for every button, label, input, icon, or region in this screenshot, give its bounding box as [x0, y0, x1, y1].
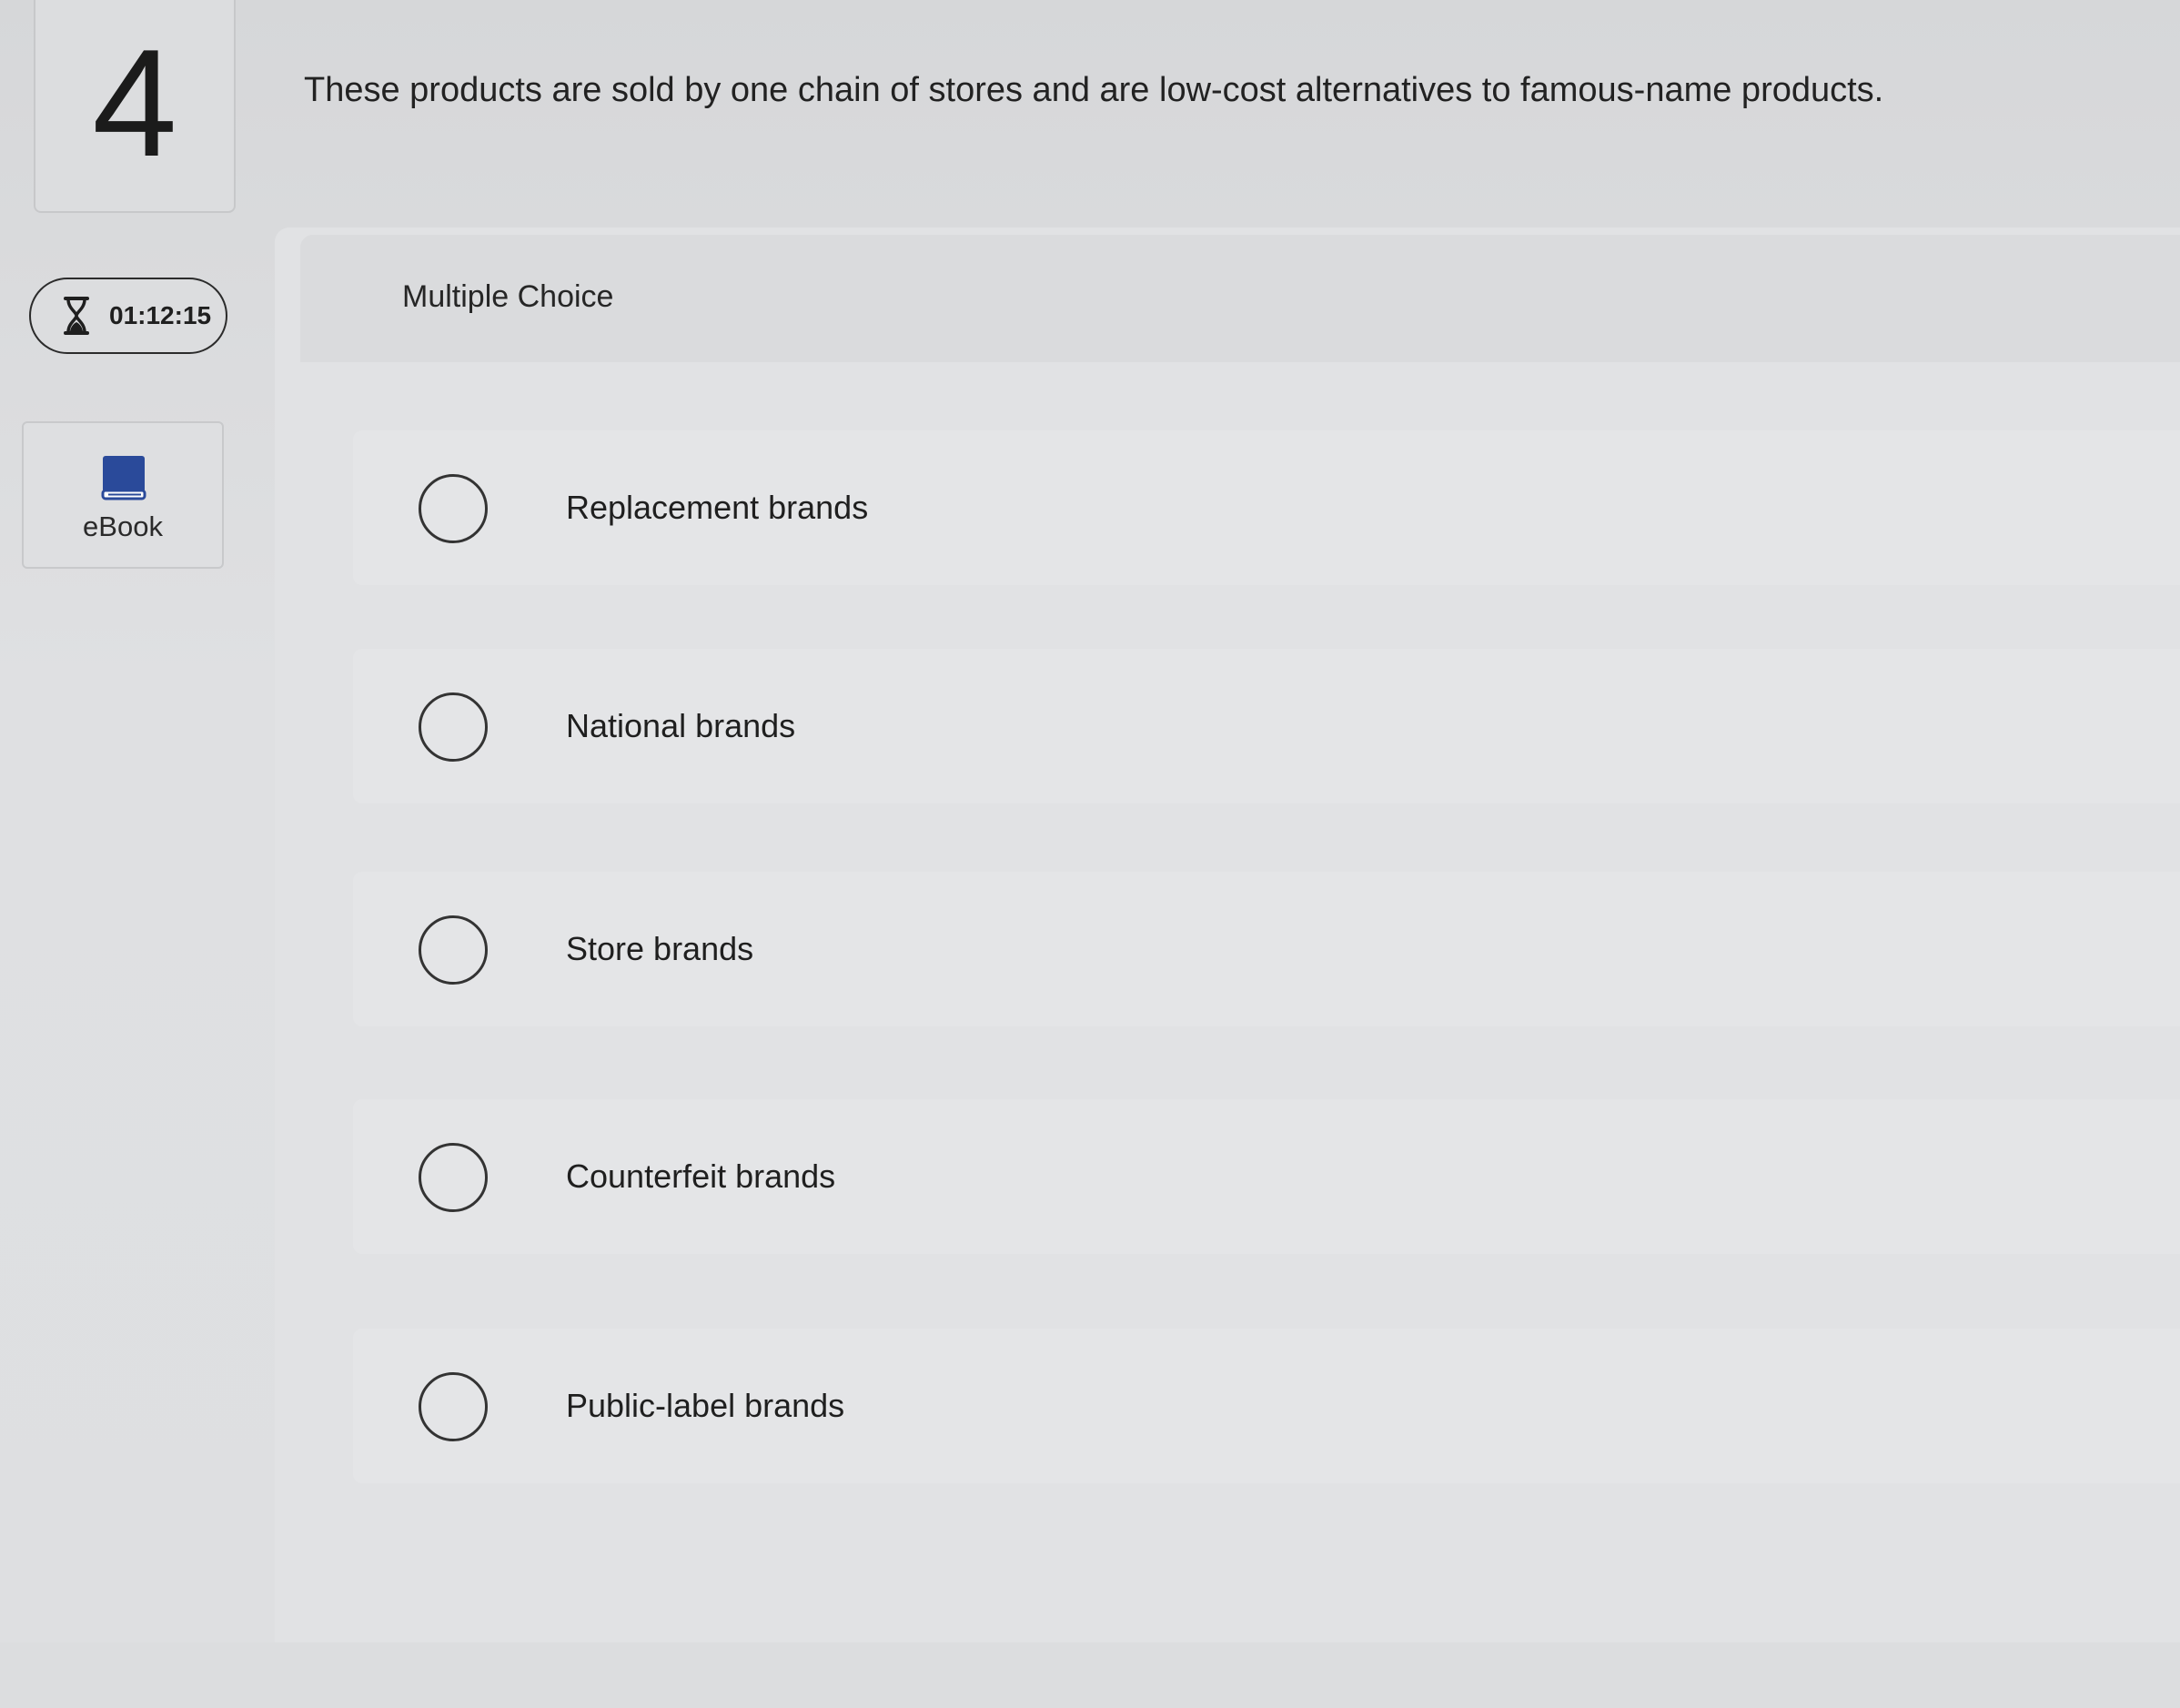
timer-button[interactable]: 01:12:15	[29, 278, 227, 354]
answer-option[interactable]: National brands	[353, 649, 2180, 803]
radio-button[interactable]	[419, 474, 488, 543]
answer-option[interactable]: Store brands	[353, 872, 2180, 1026]
bottom-strip	[0, 1642, 2180, 1708]
ebook-button[interactable]: eBook	[22, 421, 224, 569]
book-icon	[101, 454, 146, 501]
hourglass-icon	[62, 296, 91, 336]
answer-option[interactable]: Counterfeit brands	[353, 1099, 2180, 1254]
question-type-label: Multiple Choice	[402, 279, 614, 314]
question-number-box: 4	[34, 0, 236, 213]
answer-option-label: Public-label brands	[566, 1387, 845, 1424]
timer-value: 01:12:15	[109, 301, 212, 329]
ebook-label: eBook	[83, 510, 163, 542]
question-text: These products are sold by one chain of …	[304, 71, 1884, 109]
radio-button[interactable]	[419, 915, 488, 985]
radio-button[interactable]	[419, 1143, 488, 1212]
radio-button[interactable]	[419, 1372, 488, 1441]
answer-option-label: Store brands	[566, 930, 754, 967]
answer-option-label: National brands	[566, 707, 796, 744]
question-number: 4	[92, 17, 177, 188]
answer-option[interactable]: Replacement brands	[353, 430, 2180, 585]
answer-option-label: Replacement brands	[566, 489, 869, 526]
radio-button[interactable]	[419, 692, 488, 762]
answer-option-label: Counterfeit brands	[566, 1157, 836, 1195]
answer-option[interactable]: Public-label brands	[353, 1329, 2180, 1483]
